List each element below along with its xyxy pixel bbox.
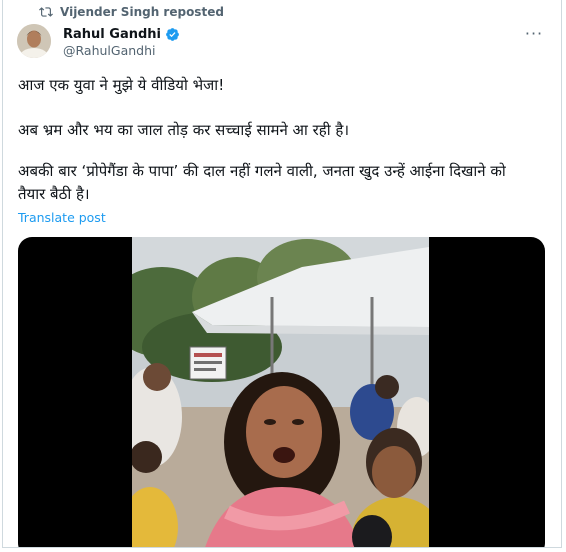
author-name[interactable]: Rahul Gandhi	[63, 27, 161, 42]
author-handle[interactable]: @RahulGandhi	[63, 43, 156, 58]
post-line-3: अबकी बार ‘प्रोपेगैंडा के पापा’ की दाल नह…	[18, 162, 506, 180]
avatar[interactable]	[17, 24, 51, 58]
author-line: Rahul Gandhi	[63, 25, 180, 43]
more-options-icon[interactable]: ···	[523, 23, 545, 43]
translate-post-link[interactable]: Translate post	[18, 210, 106, 225]
repost-label[interactable]: Vijender Singh reposted	[60, 5, 224, 19]
video-frame[interactable]	[132, 237, 429, 547]
tweet-card[interactable]: Vijender Singh reposted Rahul Gandhi @Ra…	[2, 0, 562, 548]
post-line-1: आज एक युवा ने मुझे ये वीडियो भेजा!	[18, 76, 225, 94]
verified-badge-icon	[166, 27, 179, 41]
repost-icon	[39, 7, 53, 17]
repost-header: Vijender Singh reposted	[39, 4, 224, 20]
post-line-2: अब भ्रम और भय का जाल तोड़ कर सच्चाई सामन…	[18, 121, 350, 139]
video-player[interactable]	[18, 237, 545, 547]
post-line-4: तैयार बैठी है।	[18, 185, 90, 203]
